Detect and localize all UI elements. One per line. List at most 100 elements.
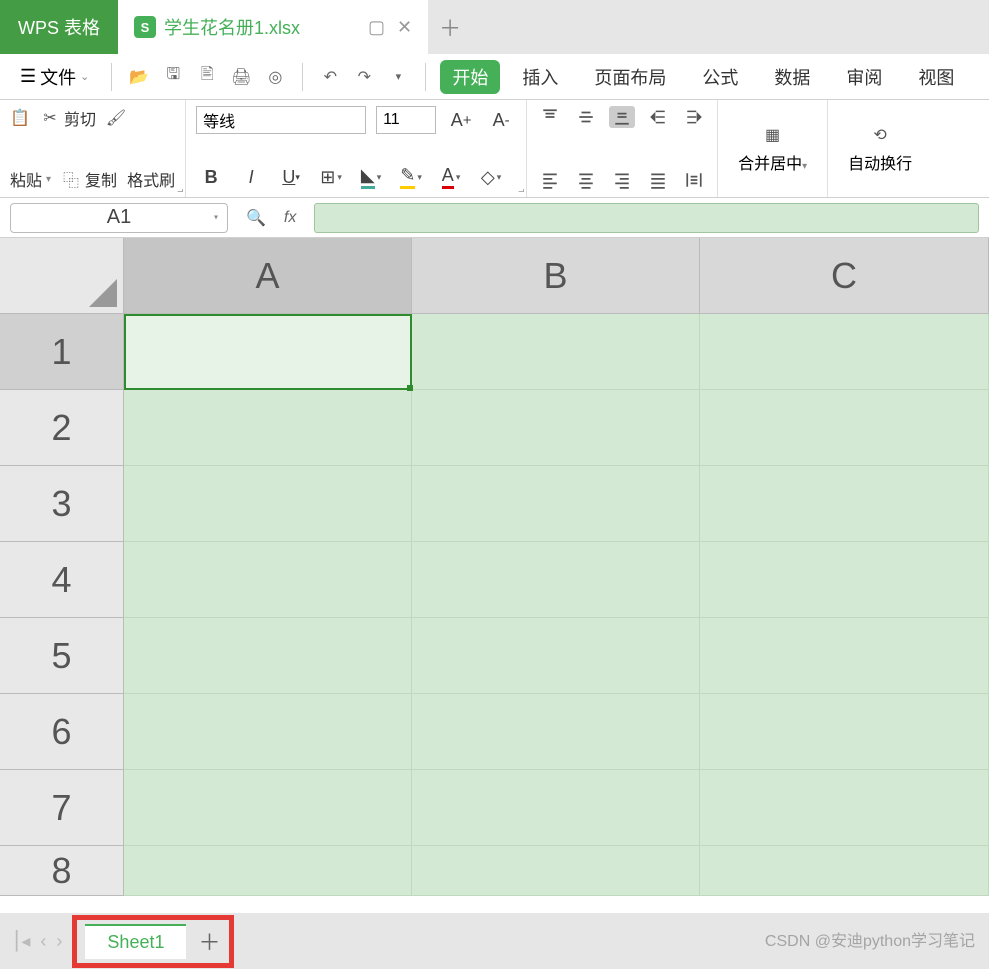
col-header-c[interactable]: C xyxy=(700,238,989,314)
col-header-b[interactable]: B xyxy=(412,238,700,314)
font-name-select[interactable] xyxy=(196,106,366,134)
cell[interactable] xyxy=(700,466,989,542)
merge-center-button[interactable]: ▦ 合并居中▾ xyxy=(728,124,817,174)
file-menu[interactable]: ☰ 文件 ⌄ xyxy=(12,60,97,94)
sheet-next-icon[interactable]: › xyxy=(56,931,62,952)
cell[interactable] xyxy=(124,542,412,618)
cell[interactable] xyxy=(700,846,989,896)
open-icon[interactable]: 📂 xyxy=(126,64,152,90)
cell[interactable] xyxy=(124,770,412,846)
select-all-corner[interactable] xyxy=(0,238,124,314)
cell[interactable] xyxy=(124,618,412,694)
wrap-text-button[interactable]: ⟲ 自动换行 xyxy=(838,124,922,174)
highlight-button[interactable]: ✎ xyxy=(396,163,426,191)
align-bottom-button[interactable] xyxy=(609,106,635,128)
cell[interactable] xyxy=(700,770,989,846)
bold-button[interactable]: B xyxy=(196,163,226,191)
cell[interactable] xyxy=(124,846,412,896)
close-tab-icon[interactable]: ✕ xyxy=(397,17,412,38)
paste-label[interactable]: 粘贴▾ xyxy=(10,167,51,191)
name-box[interactable]: A1 xyxy=(10,203,228,233)
tab-review[interactable]: 审阅 xyxy=(832,58,896,96)
redo-icon[interactable]: ↷ xyxy=(351,64,377,90)
italic-button[interactable]: I xyxy=(236,163,266,191)
cell[interactable] xyxy=(124,694,412,770)
align-left-button[interactable] xyxy=(537,169,563,191)
sheet-prev-icon[interactable]: ‹ xyxy=(40,931,46,952)
copy-button[interactable]: ⿻复制 xyxy=(61,167,117,191)
cell[interactable] xyxy=(412,466,700,542)
tab-insert[interactable]: 插入 xyxy=(508,58,572,96)
present-icon[interactable]: ▢ xyxy=(368,17,385,38)
row-header-2[interactable]: 2 xyxy=(0,390,124,466)
cell-c1[interactable] xyxy=(700,314,989,390)
decrease-font-button[interactable]: A- xyxy=(486,106,516,134)
border-button[interactable]: ⊞ xyxy=(316,163,346,191)
sheet-tab-active[interactable]: Sheet1 xyxy=(85,924,186,959)
tab-data[interactable]: 数据 xyxy=(760,58,824,96)
tab-start[interactable]: 开始 xyxy=(440,60,500,94)
cell[interactable] xyxy=(700,390,989,466)
align-top-button[interactable] xyxy=(537,106,563,128)
cell[interactable] xyxy=(412,846,700,896)
row-header-7[interactable]: 7 xyxy=(0,770,124,846)
paste-button[interactable]: 📋 xyxy=(10,108,30,128)
cut-button[interactable]: ✂剪切 xyxy=(40,106,96,130)
cell-b1[interactable] xyxy=(412,314,700,390)
brush-icon: 🖌 xyxy=(106,108,126,128)
cell[interactable] xyxy=(412,542,700,618)
cell[interactable] xyxy=(412,618,700,694)
fill-color-button[interactable]: ◣ xyxy=(356,163,386,191)
dropdown-icon[interactable]: ▾ xyxy=(385,64,411,90)
tab-layout[interactable]: 页面布局 xyxy=(580,58,680,96)
justify-button[interactable] xyxy=(645,169,671,191)
row-header-3[interactable]: 3 xyxy=(0,466,124,542)
cell[interactable] xyxy=(412,694,700,770)
sheet-first-icon[interactable]: ⎮◂ xyxy=(12,931,30,952)
document-tab[interactable]: S 学生花名册1.xlsx ▢ ✕ xyxy=(118,0,428,54)
save-icon[interactable]: 🖫 xyxy=(160,64,186,90)
cell[interactable] xyxy=(700,694,989,770)
align-middle-button[interactable] xyxy=(573,106,599,128)
cell[interactable] xyxy=(124,466,412,542)
align-right-button[interactable] xyxy=(609,169,635,191)
cell[interactable] xyxy=(700,618,989,694)
increase-font-button[interactable]: A+ xyxy=(446,106,476,134)
font-size-select[interactable] xyxy=(376,106,436,134)
format-painter-button[interactable]: 🖌 xyxy=(106,108,126,128)
cell[interactable] xyxy=(412,770,700,846)
undo-icon[interactable]: ↶ xyxy=(317,64,343,90)
cell[interactable] xyxy=(412,390,700,466)
export-pdf-icon[interactable]: 🖹 xyxy=(194,64,220,90)
cell[interactable] xyxy=(124,390,412,466)
tab-formula[interactable]: 公式 xyxy=(688,58,752,96)
print-preview-icon[interactable]: ◎ xyxy=(262,64,288,90)
print-icon[interactable]: 🖨 xyxy=(228,64,254,90)
row-header-6[interactable]: 6 xyxy=(0,694,124,770)
new-tab-button[interactable]: ＋ xyxy=(428,0,472,54)
underline-button[interactable]: U▾ xyxy=(276,163,306,191)
format-painter-label[interactable]: 格式刷 xyxy=(127,167,175,191)
grid-rows: 1 2 3 4 5 6 xyxy=(0,314,989,896)
zoom-icon[interactable]: 🔍 xyxy=(246,208,266,228)
distribute-button[interactable] xyxy=(681,169,707,191)
row-header-4[interactable]: 4 xyxy=(0,542,124,618)
cell-a1[interactable] xyxy=(124,314,412,390)
col-header-a[interactable]: A xyxy=(124,238,412,314)
fx-icon[interactable]: fx xyxy=(284,209,296,227)
add-sheet-button[interactable]: ＋ xyxy=(198,925,220,957)
app-tab[interactable]: WPS 表格 xyxy=(0,0,118,54)
row-header-8[interactable]: 8 xyxy=(0,846,124,896)
decrease-indent-button[interactable] xyxy=(645,106,671,128)
tab-view[interactable]: 视图 xyxy=(904,58,968,96)
font-color-button[interactable]: A xyxy=(436,163,466,191)
wrap-icon: ⟲ xyxy=(866,124,894,146)
clear-format-button[interactable]: ◇ xyxy=(476,163,506,191)
row-header-1[interactable]: 1 xyxy=(0,314,124,390)
ribbon: 📋 ✂剪切 🖌 粘贴▾ ⿻复制 格式刷 A+ A- B I U▾ ⊞ ◣ ✎ A… xyxy=(0,100,989,198)
cell[interactable] xyxy=(700,542,989,618)
align-center-button[interactable] xyxy=(573,169,599,191)
increase-indent-button[interactable] xyxy=(681,106,707,128)
formula-input[interactable] xyxy=(314,203,979,233)
row-header-5[interactable]: 5 xyxy=(0,618,124,694)
